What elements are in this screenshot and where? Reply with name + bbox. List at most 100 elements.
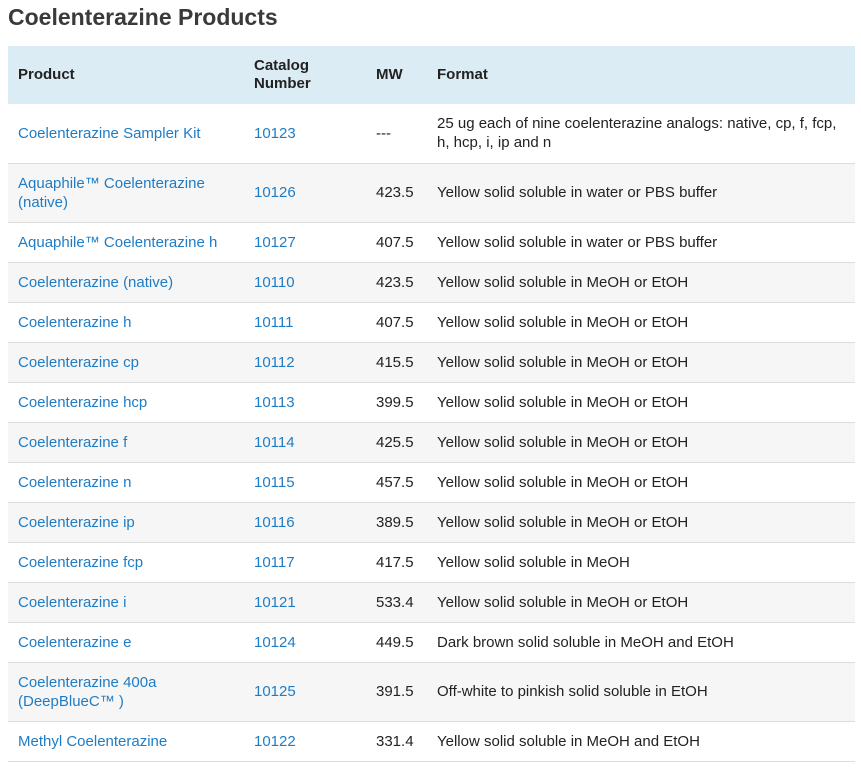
table-row: Aquaphile™ Coelenterazine h 10127 407.5 Yel… bbox=[8, 222, 855, 263]
format-cell: Yellow solid soluble in MeOH or EtOH bbox=[427, 262, 855, 303]
product-cell: Coelenterazine f bbox=[8, 422, 244, 463]
catalog-number-link[interactable]: 10112 bbox=[254, 354, 295, 371]
page: Coelenterazine Products Product Catalog … bbox=[0, 0, 861, 762]
product-link[interactable]: Coelenterazine Sampler Kit bbox=[18, 125, 201, 142]
products-table: Product Catalog Number MW Format Coelent… bbox=[8, 46, 855, 762]
product-link[interactable]: Coelenterazine 400a (DeepBlueC™ ) bbox=[18, 674, 156, 710]
mw-cell: 457.5 bbox=[366, 462, 427, 503]
catalog-number-cell: 10112 bbox=[244, 342, 366, 383]
catalog-number-link[interactable]: 10116 bbox=[254, 514, 295, 531]
page-title: Coelenterazine Products bbox=[8, 4, 278, 30]
product-link[interactable]: Coelenterazine f bbox=[18, 434, 127, 451]
catalog-number-link[interactable]: 10121 bbox=[254, 594, 296, 611]
catalog-number-cell: 10125 bbox=[244, 662, 366, 722]
table-row: Coelenterazine cp 10112 415.5 Yellow solid … bbox=[8, 342, 855, 383]
catalog-number-link[interactable]: 10123 bbox=[254, 125, 296, 142]
product-cell: Aquaphile™ Coelenterazine (native) bbox=[8, 163, 244, 223]
product-cell: Methyl Coelenterazine bbox=[8, 721, 244, 762]
header-format: Format bbox=[437, 66, 488, 83]
product-link[interactable]: Coelenterazine i bbox=[18, 594, 126, 611]
product-cell: Coelenterazine n bbox=[8, 462, 244, 503]
format-cell: Yellow solid soluble in MeOH or EtOH bbox=[427, 582, 855, 623]
mw-cell: 423.5 bbox=[366, 163, 427, 223]
format-cell: Yellow solid soluble in water or PBS buf… bbox=[427, 222, 855, 263]
mw-cell: 449.5 bbox=[366, 622, 427, 663]
catalog-number-link[interactable]: 10111 bbox=[254, 314, 294, 331]
catalog-number-link[interactable]: 10125 bbox=[254, 683, 296, 700]
header-product: Product bbox=[18, 66, 75, 83]
mw-cell: 415.5 bbox=[366, 342, 427, 383]
catalog-number-link[interactable]: 10127 bbox=[254, 234, 296, 251]
product-link[interactable]: Coelenterazine fcp bbox=[18, 554, 143, 571]
catalog-number-link[interactable]: 10110 bbox=[254, 274, 295, 291]
table-row: Coelenterazine h 10111 407.5 Yellow solid s… bbox=[8, 302, 855, 343]
product-link[interactable]: Coelenterazine n bbox=[18, 474, 131, 491]
mw-cell: 425.5 bbox=[366, 422, 427, 463]
product-cell: Coelenterazine fcp bbox=[8, 542, 244, 583]
catalog-number-cell: 10111 bbox=[244, 302, 366, 343]
catalog-number-link[interactable]: 10122 bbox=[254, 733, 296, 750]
catalog-number-cell: 10115 bbox=[244, 462, 366, 503]
table-row: Coelenterazine Sampler Kit 10123 --- 25 ug … bbox=[8, 104, 855, 164]
product-link[interactable]: Coelenterazine h bbox=[18, 314, 131, 331]
table-row: Coelenterazine fcp 10117 417.5 Yellow solid… bbox=[8, 542, 855, 583]
format-cell: Yellow solid soluble in MeOH bbox=[427, 542, 855, 583]
catalog-number-cell: 10117 bbox=[244, 542, 366, 583]
product-link[interactable]: Methyl Coelenterazine bbox=[18, 733, 167, 750]
mw-cell: 391.5 bbox=[366, 662, 427, 722]
product-link[interactable]: Coelenterazine hcp bbox=[18, 394, 147, 411]
mw-cell: 417.5 bbox=[366, 542, 427, 583]
product-cell: Aquaphile™ Coelenterazine h bbox=[8, 222, 244, 263]
product-link[interactable]: Coelenterazine ip bbox=[18, 514, 135, 531]
table-row: Coelenterazine ip 10116 389.5 Yellow solid … bbox=[8, 502, 855, 543]
format-cell: Yellow solid soluble in water or PBS buf… bbox=[427, 163, 855, 223]
table-row: Coelenterazine n 10115 457.5 Yellow solid s… bbox=[8, 462, 855, 503]
table-row: Coelenterazine 400a (DeepBlueC™ ) 10125 39… bbox=[8, 662, 855, 722]
product-cell: Coelenterazine 400a (DeepBlueC™ ) bbox=[8, 662, 244, 722]
format-cell: Yellow solid soluble in MeOH or EtOH bbox=[427, 302, 855, 343]
mw-cell: 399.5 bbox=[366, 382, 427, 423]
format-cell: Yellow solid soluble in MeOH or EtOH bbox=[427, 462, 855, 503]
format-cell: Off-white to pinkish solid soluble in Et… bbox=[427, 662, 855, 722]
catalog-number-link[interactable]: 10126 bbox=[254, 184, 296, 201]
table-row: Coelenterazine e 10124 449.5 Dark brown sol… bbox=[8, 622, 855, 663]
format-cell: Yellow solid soluble in MeOH or EtOH bbox=[427, 502, 855, 543]
catalog-number-cell: 10122 bbox=[244, 721, 366, 762]
catalog-number-link[interactable]: 10114 bbox=[254, 434, 295, 451]
catalog-number-cell: 10124 bbox=[244, 622, 366, 663]
catalog-number-cell: 10114 bbox=[244, 422, 366, 463]
catalog-number-link[interactable]: 10124 bbox=[254, 634, 296, 651]
format-cell: 25 ug each of nine coelenterazine analog… bbox=[427, 104, 855, 164]
mw-cell: 423.5 bbox=[366, 262, 427, 303]
catalog-number-cell: 10127 bbox=[244, 222, 366, 263]
format-cell: Yellow solid soluble in MeOH or EtOH bbox=[427, 382, 855, 423]
mw-cell: 407.5 bbox=[366, 302, 427, 343]
product-link[interactable]: Aquaphile™ Coelenterazine h bbox=[18, 234, 217, 251]
mw-cell: 331.4 bbox=[366, 721, 427, 762]
mw-cell: --- bbox=[366, 104, 427, 164]
catalog-number-link[interactable]: 10117 bbox=[254, 554, 295, 571]
product-link[interactable]: Coelenterazine cp bbox=[18, 354, 139, 371]
format-cell: Yellow solid soluble in MeOH or EtOH bbox=[427, 342, 855, 383]
catalog-number-cell: 10113 bbox=[244, 382, 366, 423]
catalog-number-link[interactable]: 10115 bbox=[254, 474, 295, 491]
table-body: Coelenterazine Sampler Kit 10123 --- 25 ug … bbox=[8, 104, 855, 762]
product-cell: Coelenterazine hcp bbox=[8, 382, 244, 423]
product-cell: Coelenterazine ip bbox=[8, 502, 244, 543]
table-row: Coelenterazine i 10121 533.4 Yellow solid s… bbox=[8, 582, 855, 623]
table-header: Product Catalog Number MW Format bbox=[8, 46, 855, 104]
product-link[interactable]: Coelenterazine (native) bbox=[18, 274, 173, 291]
catalog-number-cell: 10126 bbox=[244, 163, 366, 223]
product-cell: Coelenterazine cp bbox=[8, 342, 244, 383]
header-row: Product Catalog Number MW Format bbox=[8, 46, 855, 104]
catalog-number-cell: 10121 bbox=[244, 582, 366, 623]
header-catalog-number: Catalog Number bbox=[254, 57, 311, 92]
product-link[interactable]: Aquaphile™ Coelenterazine (native) bbox=[18, 175, 205, 211]
product-link[interactable]: Coelenterazine e bbox=[18, 634, 131, 651]
product-cell: Coelenterazine h bbox=[8, 302, 244, 343]
mw-cell: 407.5 bbox=[366, 222, 427, 263]
format-cell: Yellow solid soluble in MeOH or EtOH bbox=[427, 422, 855, 463]
table-row: Coelenterazine f 10114 425.5 Yellow solid s… bbox=[8, 422, 855, 463]
catalog-number-link[interactable]: 10113 bbox=[254, 394, 295, 411]
table-row: Aquaphile™ Coelenterazine (native) 10126 4… bbox=[8, 163, 855, 223]
